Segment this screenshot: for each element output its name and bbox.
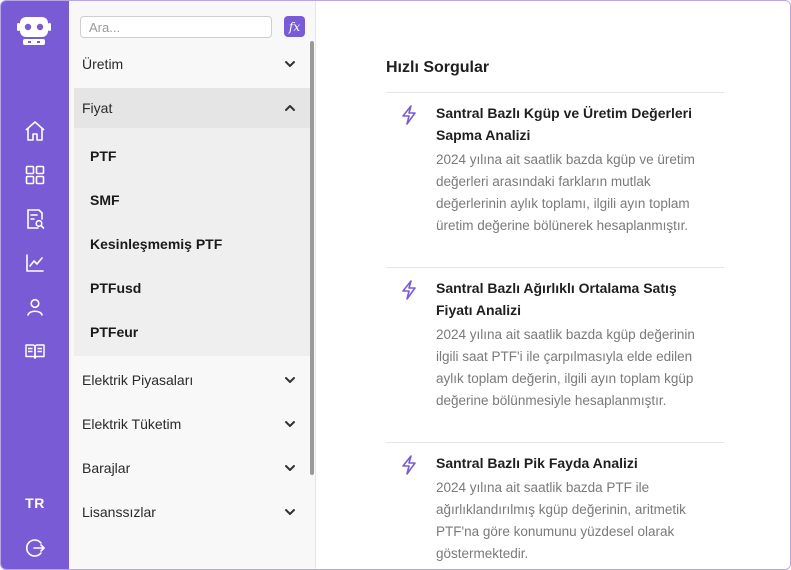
sidebar-item-elektrik-piyasalari[interactable]: Elektrik Piyasaları xyxy=(74,360,310,400)
report-search-icon[interactable] xyxy=(23,207,47,231)
sidebar-item-label: Fiyat xyxy=(82,100,113,116)
robot-icon[interactable] xyxy=(17,15,51,47)
sidebar-item-uretim[interactable]: Üretim xyxy=(74,44,310,84)
main-content: Hızlı Sorgular Santral Bazlı Kgüp ve Üre… xyxy=(316,1,790,569)
query-title[interactable]: Santral Bazlı Ağırlıklı Ortalama Satış F… xyxy=(436,277,716,321)
sidebar-item-elektrik-tuketim[interactable]: Elektrik Tüketim xyxy=(74,404,310,444)
sidebar-item-label: Barajlar xyxy=(82,460,131,476)
sidebar: fx Üretim Fiyat PTF SMF Kesinleşmemiş PT… xyxy=(69,1,316,569)
submenu-item-ptfusd[interactable]: PTFusd xyxy=(90,280,141,296)
query-description: 2024 yılına ait saatlik bazda PTF ile ağ… xyxy=(436,480,686,561)
dashboard-icon[interactable] xyxy=(23,163,47,187)
sidebar-item-label: Lisanssızlar xyxy=(82,504,156,520)
submenu-item-smf[interactable]: SMF xyxy=(90,192,120,208)
formula-button[interactable]: fx xyxy=(284,16,305,37)
sidebar-item-label: Üretim xyxy=(82,56,124,72)
query-description: 2024 yılına ait saatlik bazda kgüp değer… xyxy=(436,327,695,408)
lightning-icon xyxy=(402,455,416,475)
chevron-down-icon xyxy=(285,61,295,67)
home-icon[interactable] xyxy=(23,119,47,143)
sidebar-item-label: Elektrik Piyasaları xyxy=(82,372,194,388)
language-toggle[interactable]: TR xyxy=(1,495,69,511)
query-title[interactable]: Santral Bazlı Kgüp ve Üretim Değerleri S… xyxy=(436,102,716,146)
user-icon[interactable] xyxy=(23,295,47,319)
chevron-down-icon xyxy=(285,377,295,383)
chevron-down-icon xyxy=(285,421,295,427)
sidebar-item-label: Elektrik Tüketim xyxy=(82,416,182,432)
sidebar-item-barajlar[interactable]: Barajlar xyxy=(74,448,310,488)
submenu-item-ptfeur[interactable]: PTFeur xyxy=(90,324,138,340)
page-title: Hızlı Sorgular xyxy=(386,59,490,76)
lightning-icon xyxy=(402,105,416,125)
chart-line-icon[interactable] xyxy=(23,251,47,275)
chevron-down-icon xyxy=(285,465,295,471)
app-window: TR fx Üretim Fiyat PTF SMF Kesinleşmemiş… xyxy=(0,0,791,570)
submenu-item-ptf[interactable]: PTF xyxy=(90,148,116,164)
chevron-down-icon xyxy=(285,509,295,515)
logout-icon[interactable] xyxy=(23,536,47,560)
sidebar-item-lisanssizlar[interactable]: Lisanssızlar xyxy=(74,492,310,532)
query-card[interactable]: Santral Bazlı Kgüp ve Üretim Değerleri S… xyxy=(386,92,724,267)
query-title[interactable]: Santral Bazlı Pik Fayda Analizi xyxy=(436,452,716,474)
chevron-up-icon xyxy=(285,105,295,111)
submenu-item-kesinlesmemis-ptf[interactable]: Kesinleşmemiş PTF xyxy=(90,236,222,252)
book-icon[interactable] xyxy=(23,339,47,363)
sidebar-scrollbar[interactable] xyxy=(310,41,314,475)
left-rail: TR xyxy=(1,1,69,569)
lightning-icon xyxy=(402,280,416,300)
sidebar-item-fiyat[interactable]: Fiyat xyxy=(74,88,310,128)
search-input[interactable] xyxy=(80,16,272,38)
query-card[interactable]: Santral Bazlı Ağırlıklı Ortalama Satış F… xyxy=(386,267,724,442)
query-description: 2024 yılına ait saatlik bazda kgüp ve ür… xyxy=(436,152,695,233)
query-card[interactable]: Santral Bazlı Pik Fayda Analizi 2024 yıl… xyxy=(386,442,724,569)
